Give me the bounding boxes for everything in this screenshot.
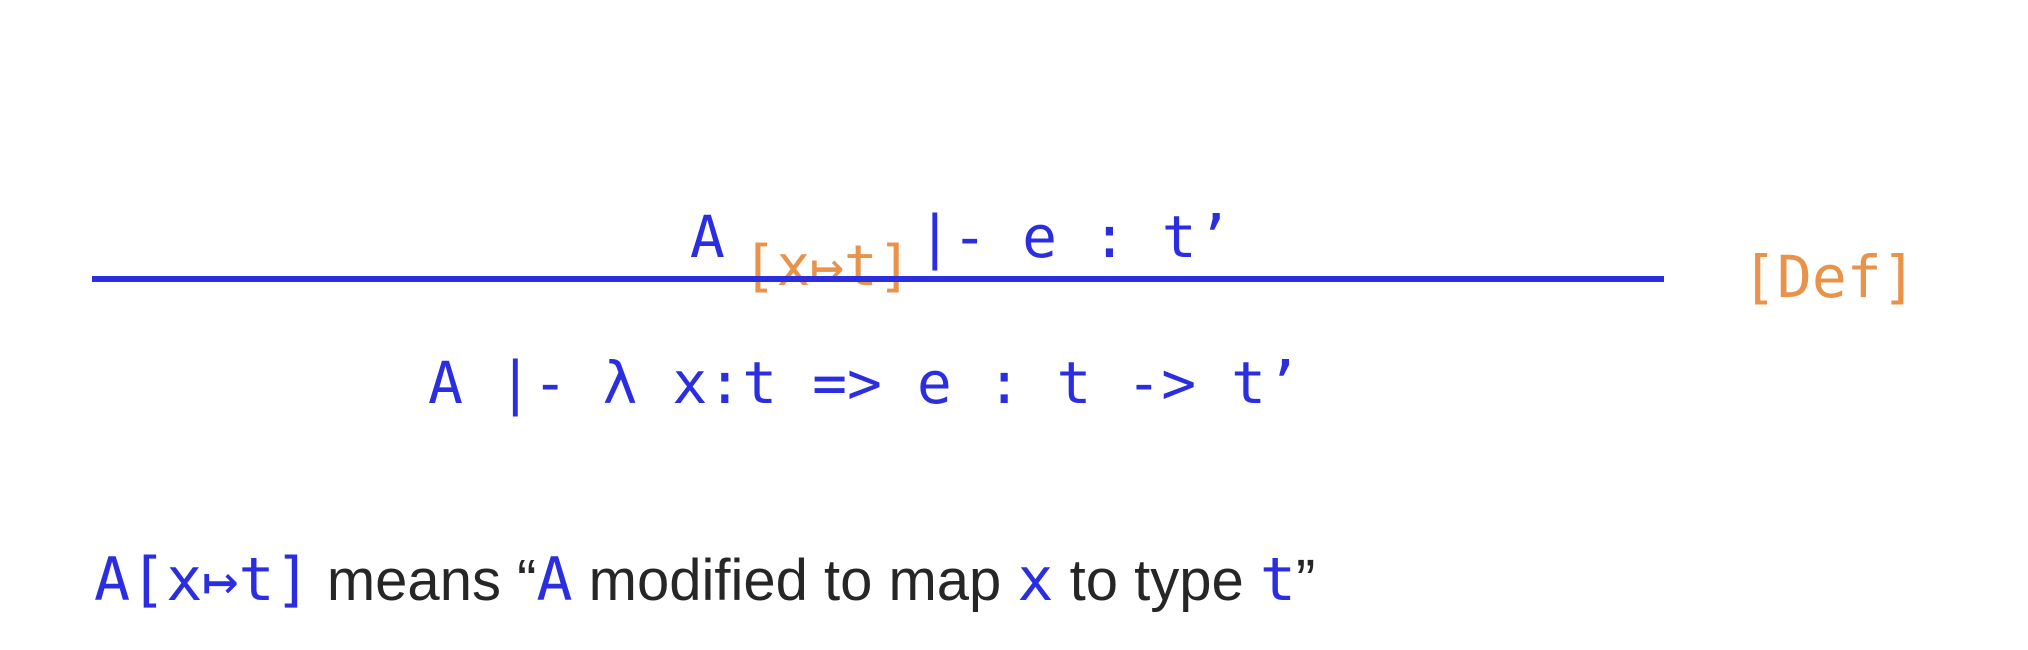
note-env: A <box>536 545 573 615</box>
note-text-3: to type <box>1053 548 1260 613</box>
rule-name: [Def] <box>1742 243 1917 311</box>
note-subject: A[x↦t] <box>94 545 311 615</box>
premise-env: A <box>689 203 725 271</box>
note-var: x <box>1017 545 1054 615</box>
note-text-4: ” <box>1296 548 1316 613</box>
rule-conclusion: A |- λ x:t => e : t -> t’ <box>428 349 1301 417</box>
note-text-1: means “ <box>310 548 537 613</box>
note-type: t <box>1259 545 1296 615</box>
note-text-2: modified to map <box>572 548 1018 613</box>
premise-judgement: |- e : t’ <box>917 203 1232 271</box>
inference-line <box>92 276 1664 282</box>
premise-extension: [x↦t] <box>742 234 912 299</box>
explanation-note: A[x↦t] means “A modified to map x to typ… <box>94 550 1315 610</box>
rule-premise: A [x↦t] |- e : t’ <box>620 150 1232 295</box>
